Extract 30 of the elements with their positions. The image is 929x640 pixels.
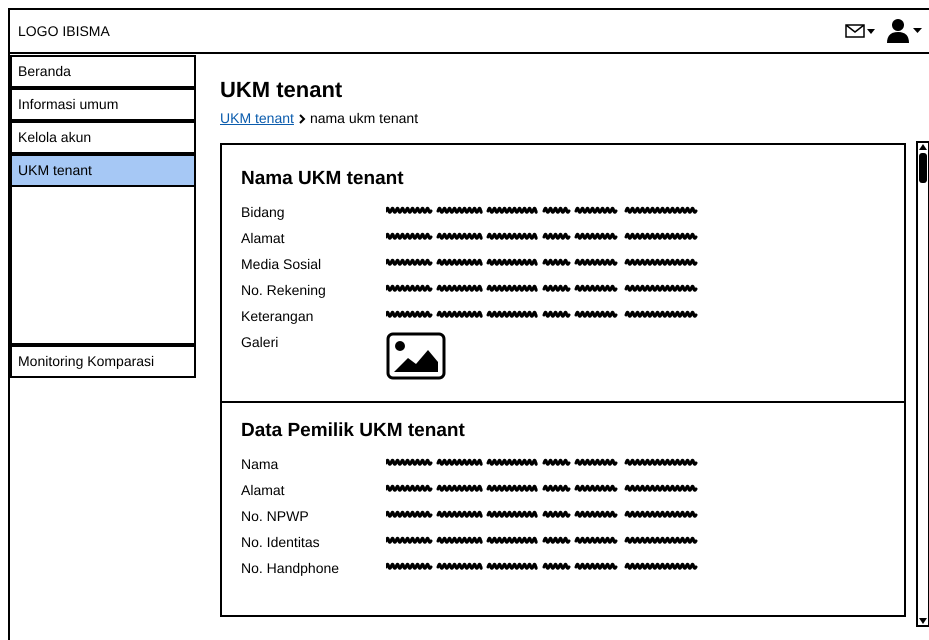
breadcrumb-current: nama ukm tenant	[310, 109, 418, 128]
sidebar-item[interactable]: Kelola akun	[10, 121, 196, 154]
chevron-icon	[298, 114, 306, 124]
section-title: Data Pemilik UKM tenant	[241, 419, 466, 443]
sidebar-item[interactable]: Monitoring Komparasi	[10, 345, 196, 378]
page-title: UKM tenant	[220, 76, 344, 104]
field-label: Galeri	[241, 332, 280, 352]
section-title: Nama UKM tenant	[241, 167, 405, 191]
sidebar-item[interactable]: UKM tenant	[10, 154, 196, 187]
scrollbar[interactable]	[916, 141, 929, 627]
field-label: Alamat	[241, 228, 286, 248]
user-menu-icon[interactable]	[885, 19, 923, 43]
logo-text: LOGO IBISMA	[18, 22, 110, 40]
field-label: No. Rekening	[241, 280, 327, 300]
field-label: Bidang	[241, 202, 286, 222]
scroll-thumb[interactable]	[919, 153, 927, 183]
scroll-down-icon[interactable]	[918, 617, 928, 625]
field-label: Alamat	[241, 480, 286, 500]
sidebar-item[interactable]: Beranda	[10, 55, 196, 88]
field-label: No. Identitas	[241, 532, 321, 552]
image-icon	[386, 332, 446, 380]
breadcrumb-link[interactable]: UKM tenant	[220, 108, 294, 129]
field-label: No. NPWP	[241, 506, 310, 526]
field-label: Nama	[241, 454, 280, 474]
sidebar-item[interactable]: Informasi umum	[10, 88, 196, 121]
field-label: Keterangan	[241, 306, 314, 326]
field-label: Media Sosial	[241, 254, 322, 274]
field-label: No. Handphone	[241, 558, 340, 578]
scroll-up-icon[interactable]	[918, 143, 928, 151]
mail-menu-icon[interactable]	[845, 23, 875, 39]
